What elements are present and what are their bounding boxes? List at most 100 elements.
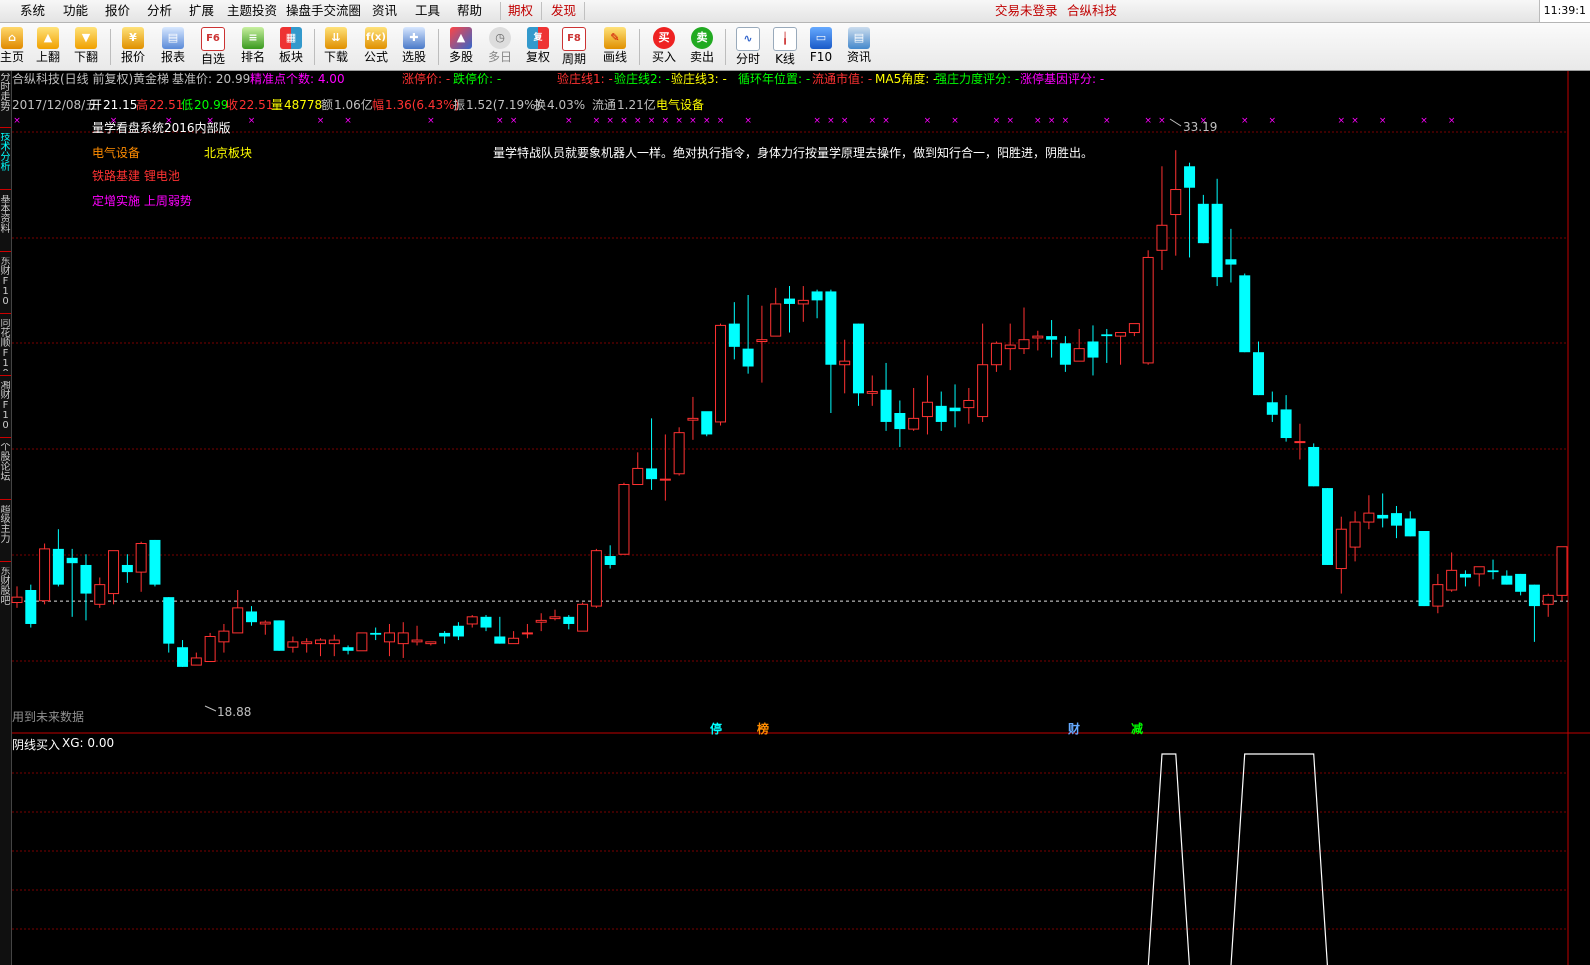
candle-body-down <box>880 389 892 422</box>
candle-body-down <box>1253 352 1265 396</box>
candle-body-up <box>756 339 768 342</box>
candle-body-down <box>1225 259 1237 265</box>
industry-label: 电气设备 <box>92 146 141 160</box>
candle-body-up <box>673 432 685 475</box>
candle-body-up <box>1446 569 1458 591</box>
signal-marker: × <box>717 116 725 126</box>
candle-body-up <box>1128 323 1140 334</box>
volume-label: 量 <box>271 98 284 112</box>
turnover-value: 4.03% <box>547 98 586 112</box>
candle-body-up <box>204 635 216 663</box>
signal-marker: × <box>1448 116 1456 126</box>
quote-date: 2017/12/08/五 <box>12 98 98 112</box>
signal-marker: × <box>317 116 325 126</box>
amount-value: 1.06亿 <box>334 98 373 112</box>
candle-body-up <box>466 616 478 625</box>
open-label: 开 <box>90 98 103 112</box>
candle-body-up <box>908 417 920 430</box>
candle-body-up <box>797 299 809 305</box>
signal-marker: × <box>703 116 711 126</box>
candle-body-up <box>977 364 989 418</box>
candle-body-down <box>1239 275 1251 353</box>
marker-finance[interactable]: 财 <box>1068 720 1080 737</box>
signal-marker: × <box>344 116 352 126</box>
signal-marker: × <box>606 116 614 126</box>
candle-body-up <box>659 478 671 481</box>
candle-body-up <box>94 584 106 605</box>
close-value: 22.51 <box>239 98 274 112</box>
candle-body-down <box>52 548 64 585</box>
candle-body-down <box>246 611 258 623</box>
low-value: 20.99 <box>194 98 229 112</box>
strength-score: 强庄力度评分: - <box>935 72 1020 86</box>
candle-body-up <box>866 391 878 394</box>
candle-body-up <box>590 550 602 607</box>
peak-pointer <box>1169 118 1182 127</box>
signal-marker: × <box>1144 116 1152 126</box>
candle-body-down <box>852 323 864 394</box>
marker-dragon-tiger[interactable]: 榜 <box>757 720 769 737</box>
candle-body-up <box>397 632 409 645</box>
float-label: 流通 <box>592 98 617 112</box>
candle-body-up <box>411 639 423 643</box>
signal-marker: × <box>1034 116 1042 126</box>
candle-body-up <box>990 342 1002 366</box>
change-label: 幅 <box>372 98 385 112</box>
candle-body-down <box>342 647 354 651</box>
marker-reduce[interactable]: 减 <box>1131 720 1143 737</box>
candle-body-up <box>1432 584 1444 607</box>
candle-body-down <box>1211 203 1223 278</box>
signal-marker: × <box>744 116 752 126</box>
limit-down: 跌停价: - <box>453 72 502 86</box>
candle-body-down <box>1280 409 1292 439</box>
candle-body-down <box>701 411 713 435</box>
candle-body-up <box>301 641 313 645</box>
signal-marker: × <box>620 116 628 126</box>
candle-body-down <box>563 616 575 624</box>
candle-body-down <box>1046 336 1058 340</box>
candle-body-down <box>1266 402 1278 415</box>
candle-body-up <box>328 639 340 645</box>
candle-body-down <box>370 632 382 635</box>
region-label: 北京板块 <box>204 146 253 160</box>
limit-up: 涨停价: - <box>402 72 451 86</box>
candle-body-up <box>1156 224 1168 251</box>
amount-label: 额 <box>321 98 334 112</box>
signal-marker: × <box>827 116 835 126</box>
event-label: 定增实施 上周弱势 <box>92 194 192 208</box>
signal-marker: × <box>1269 116 1277 126</box>
candle-body-up <box>921 401 933 418</box>
signal-marker: × <box>1338 116 1346 126</box>
candle-body-down <box>1321 488 1333 565</box>
trough-price-label: 18.88 <box>217 705 252 719</box>
candle-body-down <box>494 636 506 644</box>
candle-body-down <box>452 625 464 637</box>
candle-body-down <box>604 556 616 565</box>
marker-halt[interactable]: 停 <box>710 720 722 737</box>
signal-marker: × <box>1062 116 1070 126</box>
candle-body-up <box>1294 441 1306 444</box>
signal-marker: × <box>593 116 601 126</box>
signal-marker: × <box>841 116 849 126</box>
signal-marker: × <box>1379 116 1387 126</box>
signal-marker: × <box>993 116 1001 126</box>
candle-body-down <box>177 647 189 667</box>
system-label: 量学看盘系统2016内部版 <box>92 121 231 135</box>
candle-body-up <box>11 596 23 604</box>
candle-body-down <box>1459 573 1471 578</box>
candle-body-down <box>80 564 92 594</box>
gold-line-label: 黄金梯 <box>133 72 170 86</box>
candle-body-down <box>1197 203 1209 244</box>
candle-body-up <box>1032 335 1044 339</box>
candle-body-up <box>383 632 395 643</box>
candle-body-up <box>1542 594 1554 605</box>
candle-body-down <box>1515 573 1527 592</box>
candle-body-up <box>963 399 975 409</box>
signal-marker: × <box>689 116 697 126</box>
candle-body-down <box>1377 514 1389 519</box>
indicator-signal-line <box>1147 753 1328 965</box>
candle-body-down <box>825 291 837 365</box>
candle-body-down <box>1101 334 1113 337</box>
verify-line-2: 验庄线2: - <box>614 72 670 86</box>
signal-marker: × <box>648 116 656 126</box>
